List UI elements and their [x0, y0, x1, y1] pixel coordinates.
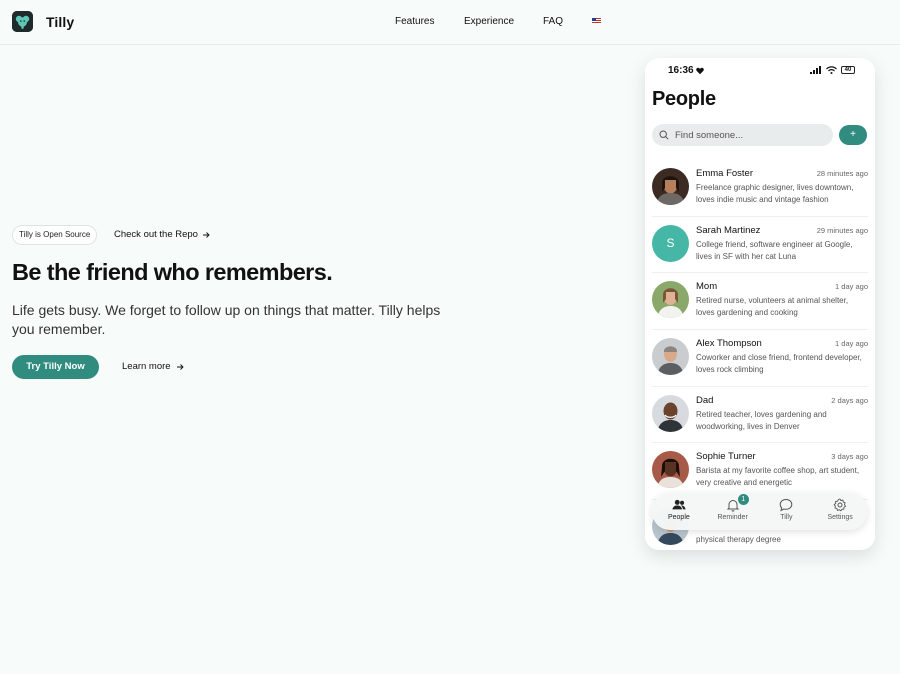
search-bar[interactable] [652, 124, 833, 146]
last-contact-time: 29 minutes ago [816, 225, 868, 235]
bottom-tab-bar: People Reminder 1 Tilly Settings [652, 493, 867, 530]
last-contact-time: 3 days ago [831, 452, 868, 462]
person-description: Coworker and close friend, frontend deve… [696, 353, 862, 375]
wifi-icon [826, 66, 837, 74]
avatar [652, 394, 689, 432]
open-source-badge[interactable]: Tilly is Open Source [12, 225, 98, 245]
battery-icon: 40 [841, 66, 855, 74]
search-input[interactable] [675, 129, 815, 141]
notification-badge: 1 [737, 494, 749, 505]
avatar [652, 281, 689, 319]
add-person-button[interactable]: + [839, 125, 867, 145]
hero-subtitle: Life gets busy. We forget to follow up o… [12, 302, 441, 337]
tab-people[interactable]: People [652, 493, 706, 530]
list-item[interactable]: Alex Thompson 1 day ago Coworker and clo… [652, 330, 868, 387]
status-time-text: 16:36 [668, 65, 694, 76]
avatar: S [652, 224, 689, 262]
page-title: People [652, 88, 716, 110]
repo-link-label: Check out the Repo [114, 229, 198, 240]
person-description: physical therapy degree [696, 535, 781, 545]
tab-label: Reminder [717, 514, 748, 521]
repo-link[interactable]: Check out the Repo [114, 229, 210, 240]
person-description: College friend, software engineer at Goo… [696, 239, 853, 261]
person-description: Retired teacher, loves gardening and woo… [696, 409, 827, 431]
person-name: Alex Thompson [696, 338, 762, 350]
phone-mockup: 16:36 40 People + Emma Foster 28 minu [645, 58, 875, 550]
person-name: Emma Foster [696, 168, 754, 179]
person-description: Freelance graphic designer, lives downto… [696, 183, 854, 204]
hero-title: Be the friend who remembers. [12, 259, 333, 285]
last-contact-time: 1 day ago [835, 282, 868, 292]
last-contact-time: 28 minutes ago [816, 169, 868, 178]
last-contact-time: 2 days ago [831, 395, 868, 405]
person-name: Mom [696, 281, 718, 293]
heart-icon [695, 67, 704, 74]
people-list: Emma Foster 28 minutes ago Freelance gra… [652, 160, 868, 550]
arrow-right-icon [176, 363, 184, 370]
status-bar-time: 16:36 [668, 65, 704, 76]
tab-label: People [667, 514, 690, 521]
tilly-logo-icon[interactable] [12, 11, 33, 32]
avatar [652, 168, 689, 205]
person-description: Barista at my favorite coffee shop, art … [696, 466, 860, 488]
status-bar-icons: 40 [810, 66, 855, 74]
arrow-right-icon [202, 231, 210, 238]
try-tilly-button[interactable]: Try Tilly Now [12, 355, 99, 379]
tab-label: Tilly [780, 514, 793, 521]
person-name: Sophie Turner [696, 451, 756, 463]
avatar [652, 451, 689, 489]
top-nav: Tilly Features Experience FAQ [0, 0, 900, 45]
tab-reminder[interactable]: Reminder 1 [706, 493, 760, 530]
list-item[interactable]: Mom 1 day ago Retired nurse, volunteers … [652, 273, 868, 331]
search-icon [659, 130, 669, 140]
learn-more-label: Learn more [122, 361, 171, 372]
person-name: Dad [696, 394, 714, 406]
last-contact-time: 1 day ago [835, 339, 868, 349]
avatar [652, 338, 689, 376]
brand-name[interactable]: Tilly [46, 14, 74, 30]
signal-icon [810, 66, 821, 74]
list-item[interactable]: Sophie Turner 3 days ago Barista at my f… [652, 443, 868, 501]
list-item[interactable]: Dad 2 days ago Retired teacher, loves ga… [652, 387, 868, 444]
tab-tilly[interactable]: Tilly [760, 493, 814, 530]
people-icon [672, 499, 686, 510]
tab-label: Settings [827, 514, 853, 521]
us-flag-icon[interactable] [592, 18, 601, 24]
list-item[interactable]: Emma Foster 28 minutes ago Freelance gra… [652, 160, 868, 217]
person-name: Sarah Martinez [696, 224, 761, 236]
person-description: Retired nurse, volunteers at animal shel… [696, 296, 849, 318]
nav-link-features[interactable]: Features [395, 16, 434, 27]
learn-more-link[interactable]: Learn more [122, 361, 184, 372]
chat-icon [780, 498, 793, 512]
nav-link-experience[interactable]: Experience [464, 16, 514, 27]
list-item[interactable]: S Sarah Martinez 29 minutes ago College … [652, 217, 868, 274]
tab-settings[interactable]: Settings [813, 493, 867, 530]
gear-icon [833, 498, 847, 512]
nav-link-faq[interactable]: FAQ [543, 16, 563, 27]
